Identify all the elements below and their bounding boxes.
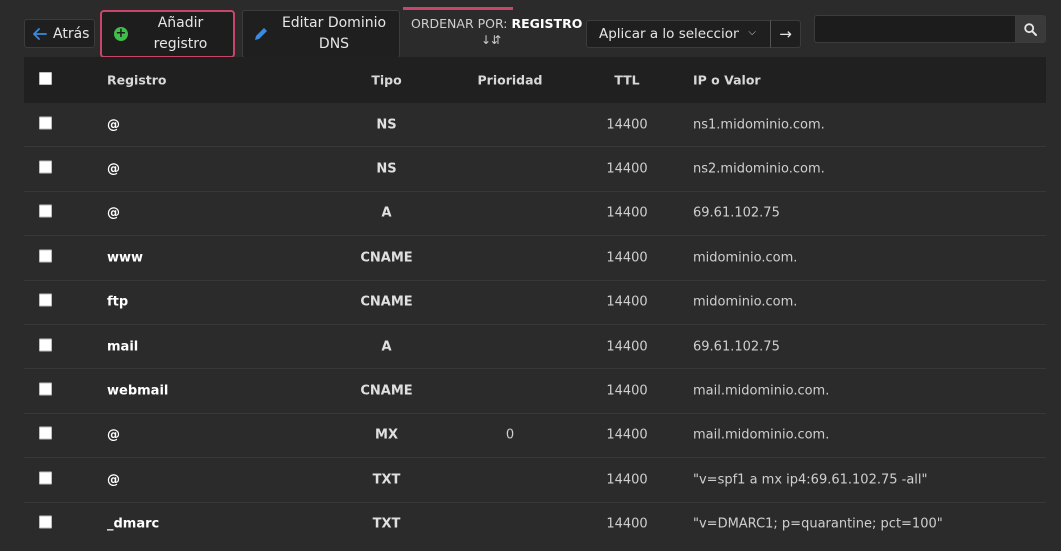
record-type: TXT (372, 516, 401, 532)
record-value: midominio.com. (693, 250, 798, 266)
row-checkbox[interactable] (39, 338, 52, 355)
header-valor[interactable]: IP o Valor (693, 73, 761, 88)
record-type: TXT (372, 472, 401, 488)
record-name: @ (107, 472, 120, 488)
record-value: ns2.midominio.com. (693, 161, 825, 177)
record-ttl: 14400 (606, 516, 648, 532)
row-checkbox[interactable] (39, 515, 52, 533)
record-value: 69.61.102.75 (693, 339, 780, 355)
back-button-label: Atrás (53, 25, 90, 42)
record-ttl: 14400 (606, 339, 648, 355)
record-type: A (381, 205, 392, 221)
row-checkbox[interactable] (39, 160, 52, 178)
row-checkbox[interactable] (39, 426, 52, 444)
search-button[interactable] (1015, 15, 1046, 43)
record-value: midominio.com. (693, 294, 798, 310)
edit-dns-button[interactable]: Editar Dominio DNS (242, 10, 400, 58)
sort-control[interactable]: ORDENAR POR: REGISTRO ↓⇵ (411, 16, 582, 47)
record-name: mail (107, 339, 139, 355)
add-record-button[interactable]: + Añadir registro (100, 10, 235, 58)
plus-circle-icon: + (114, 26, 128, 41)
record-value: mail.midominio.com. (693, 383, 830, 399)
bulk-action-select[interactable]: Aplicar a lo seleccionado ⌵ (586, 20, 771, 48)
header-registro[interactable]: Registro (107, 73, 167, 88)
record-ttl: 14400 (606, 161, 648, 177)
table-row[interactable]: @ MX 0 14400 mail.midominio.com. (24, 414, 1046, 459)
row-checkbox[interactable] (39, 204, 52, 222)
dns-records-table: Registro Tipo Prioridad TTL IP o Valor @… (24, 57, 1046, 540)
record-ttl: 14400 (606, 427, 648, 443)
record-type: NS (376, 161, 397, 177)
record-name: @ (107, 117, 120, 133)
record-value: mail.midominio.com. (693, 427, 830, 443)
record-type: CNAME (360, 383, 413, 399)
row-checkbox[interactable] (39, 382, 52, 400)
table-row[interactable]: _dmarc TXT 14400 "v=DMARC1; p=quarantine… (24, 503, 1046, 540)
back-button[interactable]: Atrás (24, 19, 95, 48)
row-checkbox[interactable] (39, 116, 52, 133)
record-type: A (381, 339, 392, 355)
record-name: @ (107, 427, 120, 443)
row-checkbox[interactable] (39, 249, 52, 266)
table-row[interactable]: @ A 14400 69.61.102.75 (24, 192, 1046, 237)
table-row[interactable]: @ NS 14400 ns2.midominio.com. (24, 147, 1046, 192)
record-priority: 0 (505, 427, 515, 443)
record-ttl: 14400 (606, 294, 648, 310)
record-type: NS (376, 117, 397, 133)
record-ttl: 14400 (606, 472, 648, 488)
record-name: @ (107, 205, 120, 221)
table-header: Registro Tipo Prioridad TTL IP o Valor (24, 57, 1046, 103)
record-ttl: 14400 (606, 383, 648, 399)
select-all-checkbox[interactable] (39, 72, 52, 88)
record-type: MX (375, 427, 398, 443)
record-ttl: 14400 (606, 117, 648, 133)
chevron-down-icon: ⌵ (748, 27, 756, 38)
row-checkbox[interactable] (39, 471, 52, 488)
record-name: www (107, 250, 144, 266)
record-value: "v=spf1 a mx ip4:69.61.102.75 -all" (693, 472, 928, 488)
record-name: ftp (107, 294, 129, 310)
record-name: _dmarc (107, 516, 160, 532)
header-prioridad[interactable]: Prioridad (469, 73, 551, 88)
header-tipo[interactable]: Tipo (349, 73, 424, 88)
table-row[interactable]: mail A 14400 69.61.102.75 (24, 325, 1046, 370)
table-row[interactable]: @ TXT 14400 "v=spf1 a mx ip4:69.61.102.7… (24, 458, 1046, 503)
arrow-right-icon: → (779, 25, 792, 43)
search-input[interactable] (814, 15, 1016, 43)
arrow-left-icon (33, 27, 47, 40)
record-type: CNAME (360, 250, 413, 266)
record-type: CNAME (360, 294, 413, 310)
header-ttl[interactable]: TTL (597, 73, 657, 88)
record-ttl: 14400 (606, 250, 648, 266)
table-row[interactable]: www CNAME 14400 midominio.com. (24, 236, 1046, 281)
search-icon (1024, 22, 1037, 36)
table-row[interactable]: webmail CNAME 14400 mail.midominio.com. (24, 369, 1046, 414)
record-name: @ (107, 161, 120, 177)
table-row[interactable]: @ NS 14400 ns1.midominio.com. (24, 103, 1046, 148)
edit-dns-label: Editar Dominio DNS (281, 15, 387, 52)
record-value: ns1.midominio.com. (693, 117, 825, 133)
toolbar: Atrás + Añadir registro Editar Dominio D… (0, 10, 1061, 58)
bulk-action-value: Aplicar a lo seleccionado (599, 26, 739, 42)
add-record-label: Añadir registro (153, 15, 208, 52)
apply-bulk-button[interactable]: → (770, 20, 801, 48)
record-value: "v=DMARC1; p=quarantine; pct=100" (693, 516, 943, 532)
table-row[interactable]: ftp CNAME 14400 midominio.com. (24, 281, 1046, 325)
sort-alpha-icon[interactable]: ↓⇵ (481, 33, 582, 47)
sort-prefix: ORDENAR POR: (411, 16, 508, 31)
record-ttl: 14400 (606, 205, 648, 221)
record-name: webmail (107, 383, 169, 399)
record-value: 69.61.102.75 (693, 205, 780, 221)
row-checkbox[interactable] (39, 293, 52, 311)
sort-value: REGISTRO (511, 16, 583, 31)
pencil-icon (255, 28, 267, 40)
